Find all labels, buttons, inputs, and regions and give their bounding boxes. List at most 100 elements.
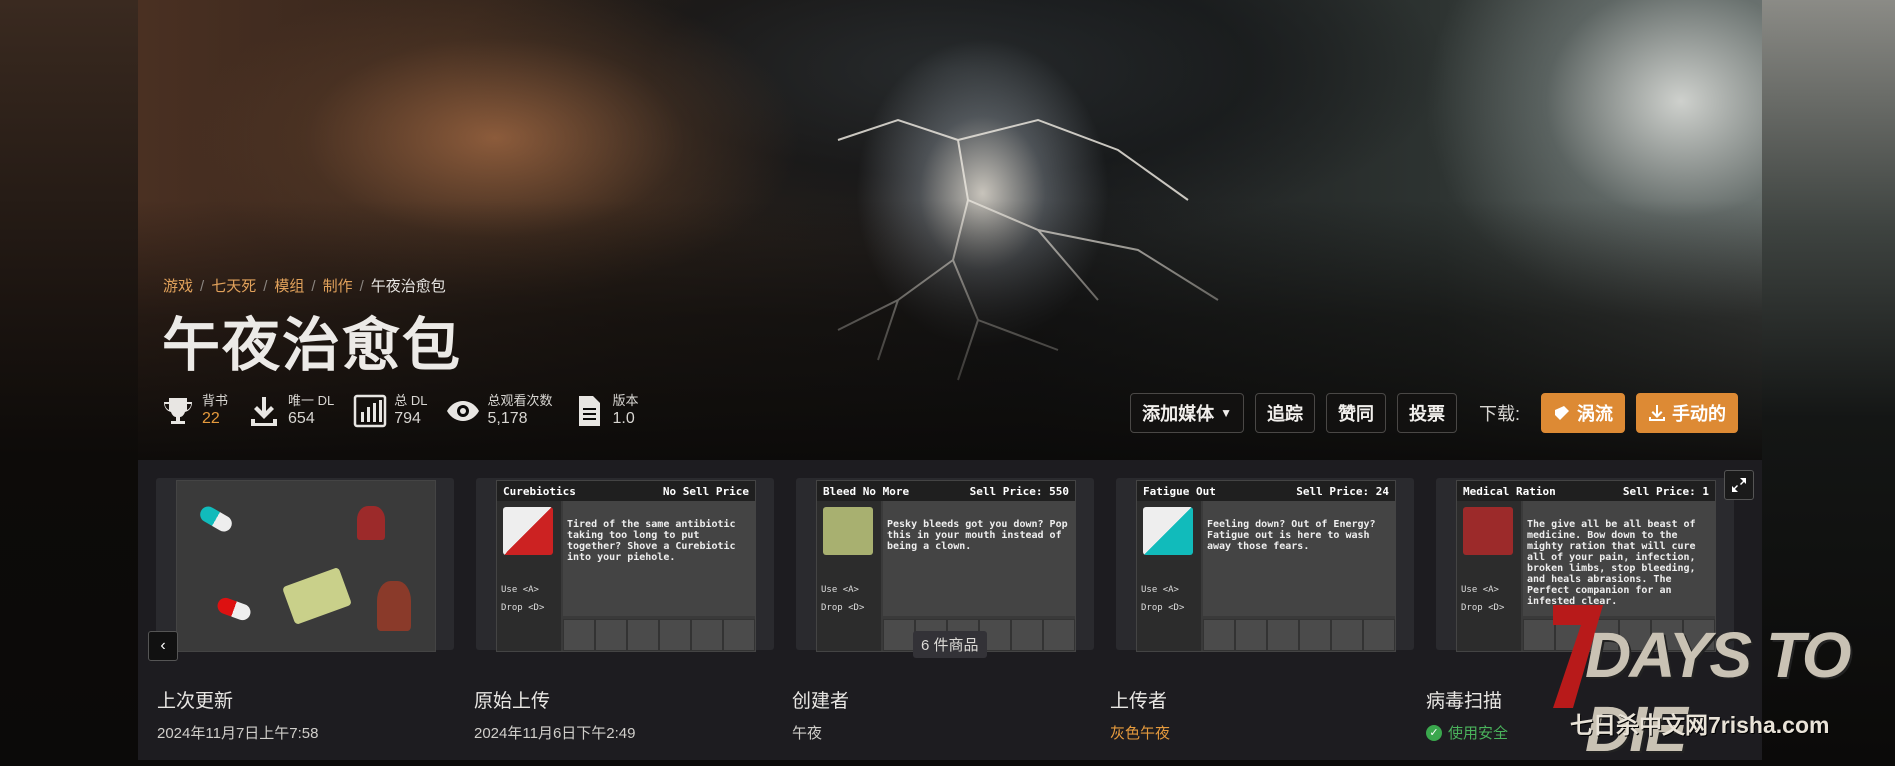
mod-info-bar: 上次更新 2024年11月7日上午7:58 原始上传 2024年11月6日下午2…: [138, 670, 1762, 760]
gallery-thumbnail[interactable]: Fatigue Out Sell Price: 24 Use <A> Drop <D…: [1116, 478, 1414, 652]
stat-value: 5,178: [487, 410, 528, 427]
capsule-pill: [215, 595, 253, 623]
gallery-expand-button[interactable]: [1724, 470, 1754, 500]
info-label: 上次更新: [157, 691, 234, 712]
hero-banner: [138, 0, 1762, 460]
item-header: Medical Ration Sell Price: 1: [1457, 481, 1715, 501]
breadcrumb: 游戏 / 七天死 / 模组 / 制作 / 午夜治愈包: [163, 275, 446, 296]
item-icon: [823, 507, 873, 555]
gallery-thumbnail[interactable]: Curebiotics No Sell Price Use <A> Drop <D>…: [476, 478, 774, 652]
capsule-pill: [197, 503, 235, 535]
item-tooltip-screenshot: Curebiotics No Sell Price Use <A> Drop <D>…: [496, 480, 756, 652]
info-uploader: 上传者 灰色午夜: [1110, 686, 1170, 743]
item-price: Sell Price: 1: [1622, 484, 1709, 498]
stat-label: 总观看次数: [487, 393, 553, 408]
breadcrumb-separator: /: [263, 278, 268, 295]
breadcrumb-separator: /: [311, 278, 316, 295]
trophy-icon: [164, 398, 192, 424]
vote-button[interactable]: 投票: [1396, 393, 1457, 433]
item-icon: [503, 507, 553, 555]
item-price: No Sell Price: [662, 484, 749, 498]
gallery-prev-button[interactable]: ‹: [148, 631, 178, 661]
track-button[interactable]: 追踪: [1254, 393, 1315, 433]
gallery-thumbnail[interactable]: [156, 478, 454, 652]
breadcrumb-game[interactable]: 七天死: [211, 278, 256, 295]
stat-total-views: 总观看次数 5,178: [445, 393, 553, 429]
virus-scan-status: ✓ 使用安全: [1426, 722, 1508, 743]
uploader-link[interactable]: 灰色午夜: [1110, 722, 1170, 743]
item-tooltip-screenshot: Fatigue Out Sell Price: 24 Use <A> Drop <D…: [1136, 480, 1396, 652]
stat-label: 背书: [202, 393, 229, 408]
stat-label: 版本: [612, 393, 639, 408]
breadcrumb-current: 午夜治愈包: [370, 278, 446, 295]
tablets-pack: [281, 566, 353, 626]
stat-value: 794: [394, 410, 421, 427]
breadcrumb-mods[interactable]: 模组: [274, 278, 304, 295]
manual-download-button[interactable]: 手动的: [1636, 393, 1738, 433]
item-sidebar: Use <A> Drop <D>: [1137, 501, 1201, 651]
breadcrumb-games[interactable]: 游戏: [163, 278, 193, 295]
item-price: Sell Price: 24: [1296, 484, 1389, 498]
chevron-left-icon: ‹: [160, 637, 166, 654]
watermark-subtitle: 七日杀中文网7risha.com: [1570, 712, 1830, 738]
stat-endorsements: 背书 22: [160, 393, 228, 429]
ration-box: [357, 506, 385, 540]
info-label: 原始上传: [474, 691, 551, 712]
item-icon: [1143, 507, 1193, 555]
stat-value: 22: [202, 410, 220, 427]
item-header: Fatigue Out Sell Price: 24: [1137, 481, 1395, 501]
check-circle-icon: ✓: [1426, 724, 1442, 741]
gallery-thumbnail[interactable]: Bleed No More Sell Price: 550 Use <A> Drop…: [796, 478, 1094, 652]
item-commands: Use <A> Drop <D>: [1461, 585, 1505, 613]
item-price: Sell Price: 550: [969, 484, 1069, 498]
chevron-down-icon: ▼: [1220, 406, 1232, 420]
item-description: Tired of the same antibiotic taking too …: [563, 501, 755, 616]
item-slots: [1203, 619, 1395, 651]
zombie-figure: [377, 581, 411, 631]
stat-value: 654: [288, 410, 315, 427]
item-sidebar: Use <A> Drop <D>: [1457, 501, 1521, 651]
manual-label: 手动的: [1672, 404, 1726, 424]
item-commands: Use <A> Drop <D>: [1141, 585, 1185, 613]
document-icon: [578, 396, 600, 426]
add-media-button[interactable]: 添加媒体 ▼: [1130, 393, 1244, 433]
stat-value: 1.0: [612, 410, 635, 427]
virus-scan-value: 使用安全: [1448, 725, 1509, 742]
info-original-upload: 原始上传 2024年11月6日下午2:49: [474, 686, 635, 743]
expand-icon: [1732, 478, 1746, 492]
background-left: [0, 0, 138, 760]
item-title: Curebiotics: [503, 484, 576, 498]
site-watermark: DAYS TO DIE 七日杀中文网7risha.com: [1545, 590, 1885, 765]
info-value: 午夜: [792, 725, 823, 742]
page-title: 午夜治愈包: [162, 313, 463, 378]
breadcrumb-separator: /: [200, 278, 205, 295]
gallery-item-count: 6 件商品: [913, 631, 987, 658]
item-header: Bleed No More Sell Price: 550: [817, 481, 1075, 501]
info-virus-scan: 病毒扫描 ✓ 使用安全: [1426, 686, 1508, 743]
download-icon: [251, 397, 278, 426]
watermark-title: DAYS TO DIE: [1585, 619, 1852, 765]
item-tooltip-screenshot: Bleed No More Sell Price: 550 Use <A> Drop…: [816, 480, 1076, 652]
stat-total-downloads: 总 DL 794: [352, 393, 427, 429]
stat-label: 唯一 DL: [288, 393, 335, 408]
eye-icon: [447, 401, 480, 421]
endorse-button[interactable]: 赞同: [1325, 393, 1386, 433]
info-creator: 创建者 午夜: [792, 686, 849, 743]
info-value: 2024年11月6日下午2:49: [474, 725, 636, 742]
vortex-download-button[interactable]: 涡流: [1541, 393, 1625, 433]
item-icon: [1463, 507, 1513, 555]
breadcrumb-separator: /: [359, 278, 364, 295]
item-sidebar: Use <A> Drop <D>: [817, 501, 881, 651]
item-sidebar: Use <A> Drop <D>: [497, 501, 561, 651]
item-slots: [563, 619, 755, 651]
breadcrumb-category[interactable]: 制作: [323, 278, 353, 295]
download-icon: [1649, 405, 1665, 421]
action-bar: 添加媒体 ▼ 追踪 赞同 投票 下载: 涡流 手动的: [1119, 393, 1738, 433]
item-title: Fatigue Out: [1143, 484, 1216, 498]
item-description: Feeling down? Out of Energy? Fatigue out…: [1203, 501, 1395, 616]
bar-chart-icon: [354, 394, 387, 428]
info-label: 病毒扫描: [1426, 691, 1503, 712]
info-label: 创建者: [792, 691, 850, 712]
item-commands: Use <A> Drop <D>: [821, 585, 865, 613]
info-last-update: 上次更新 2024年11月7日上午7:58: [157, 686, 318, 743]
